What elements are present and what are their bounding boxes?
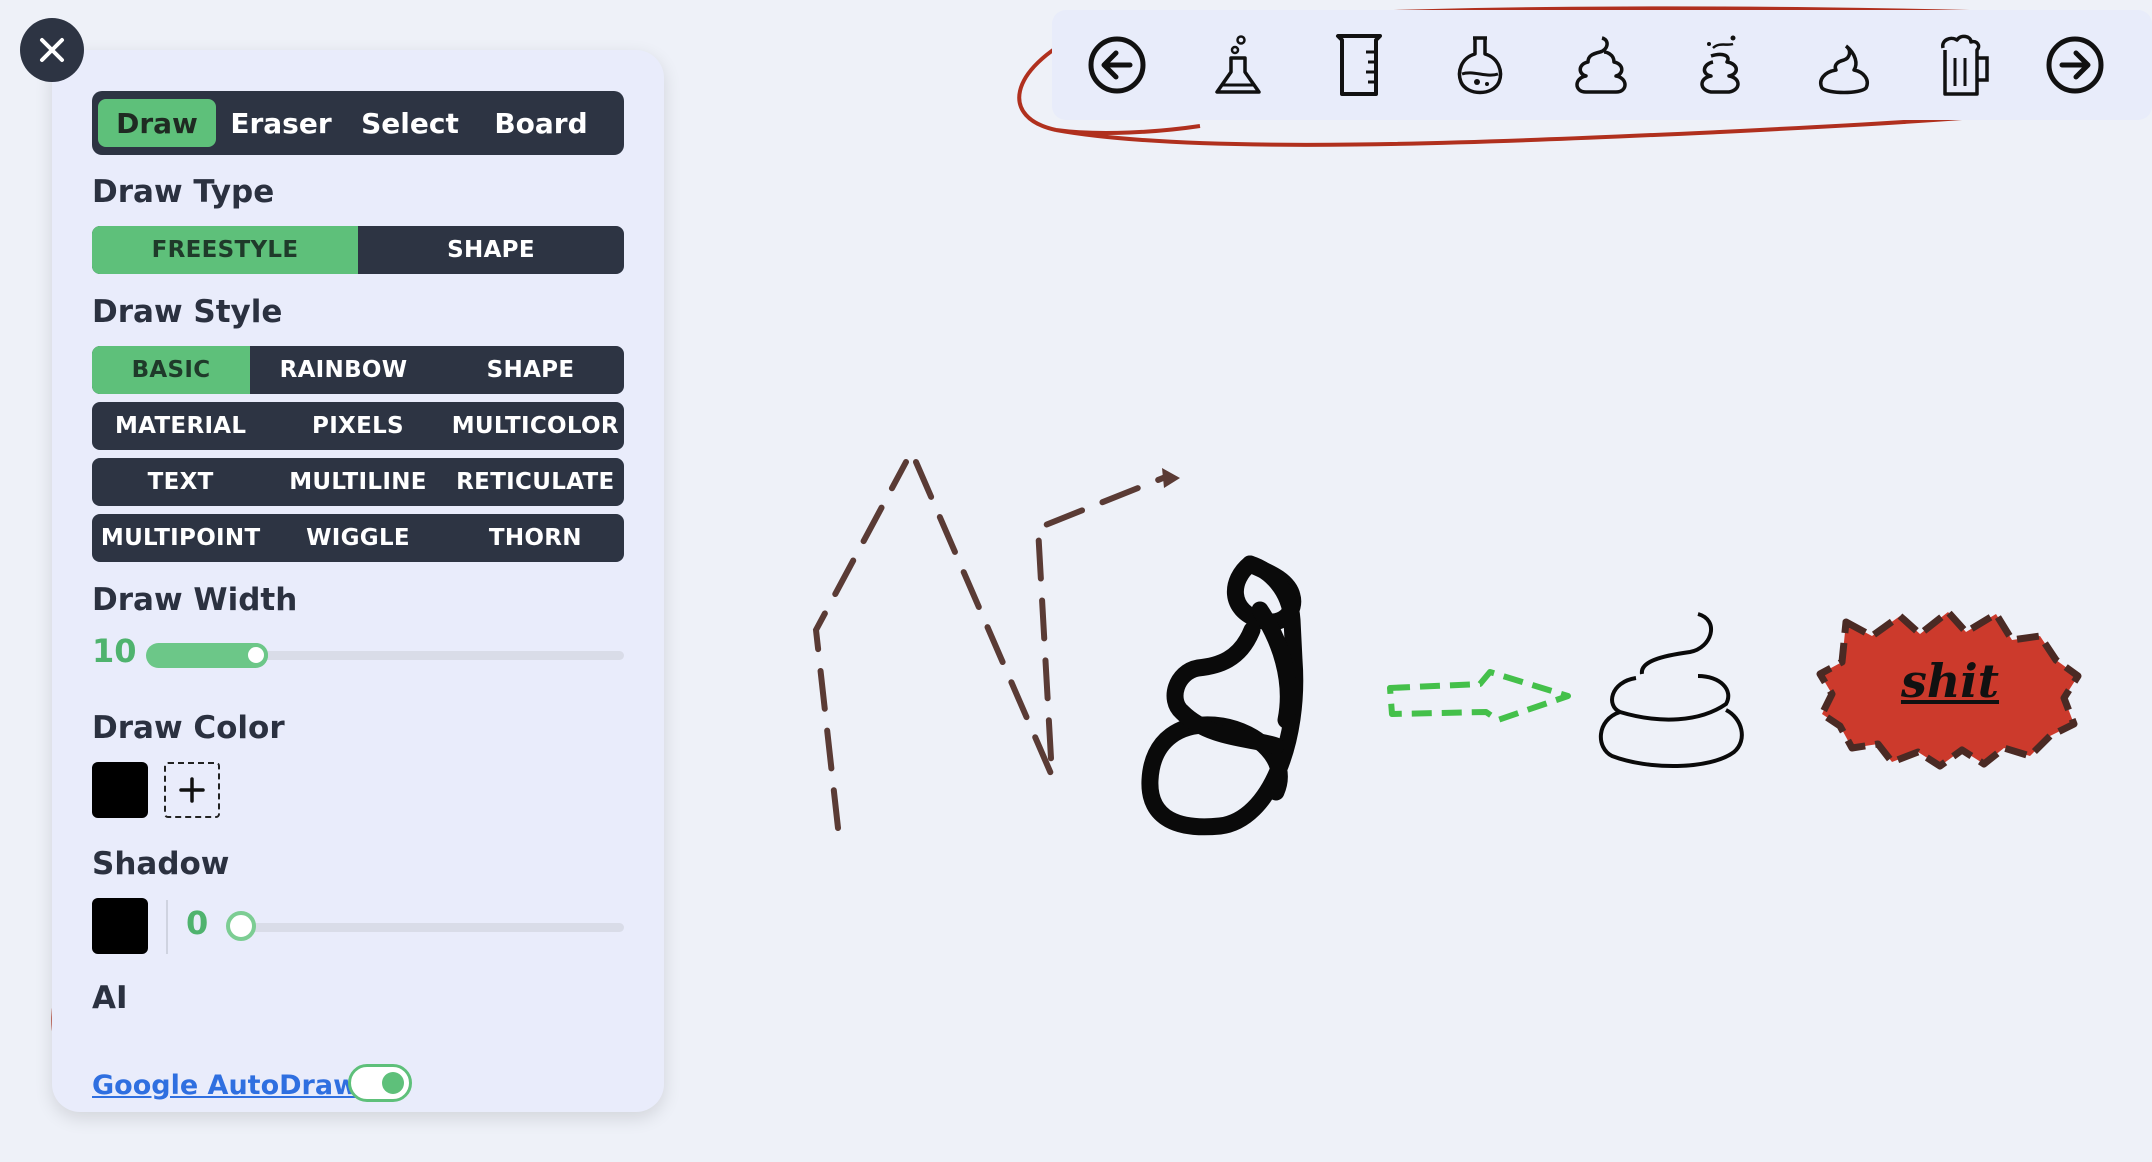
draw-style-row-4: MULTIPOINT WIGGLE THORN: [92, 514, 624, 562]
style-shape[interactable]: SHAPE: [437, 346, 624, 394]
draw-color-swatch[interactable]: [92, 762, 148, 818]
toolbar-option-beer-mug[interactable]: [1931, 32, 1997, 98]
draw-style-row-3: TEXT MULTILINE RETICULATE: [92, 458, 624, 506]
draw-style-row-1: BASIC RAINBOW SHAPE: [92, 346, 624, 394]
draw-style-title: Draw Style: [92, 294, 283, 330]
close-icon: [40, 38, 64, 62]
toolbar-option-poop[interactable]: [1568, 32, 1634, 98]
toolbar-option-flask-bubbles[interactable]: [1205, 32, 1271, 98]
shadow-value: 0: [186, 904, 209, 942]
draw-color-title: Draw Color: [92, 710, 285, 746]
poop-flies-icon: [1700, 35, 1740, 94]
toolbar-prev-button[interactable]: [1084, 32, 1150, 98]
draw-width-value: 10: [92, 632, 137, 670]
style-multicolor[interactable]: MULTICOLOR: [447, 402, 624, 450]
style-material[interactable]: MATERIAL: [92, 402, 269, 450]
shadow-color-swatch[interactable]: [92, 898, 148, 954]
style-text[interactable]: TEXT: [92, 458, 269, 506]
draw-type-title: Draw Type: [92, 174, 275, 210]
autodraw-toggle[interactable]: [348, 1064, 412, 1102]
beer-mug-icon: [1941, 34, 1989, 96]
dashed-zigzag-stroke: [812, 459, 1171, 831]
toolbar-option-beaker[interactable]: [1326, 32, 1392, 98]
plus-icon: [179, 777, 205, 803]
add-color-button[interactable]: [164, 762, 220, 818]
style-multiline[interactable]: MULTILINE: [269, 458, 446, 506]
autodraw-toggle-knob: [382, 1072, 404, 1094]
ai-title: AI: [92, 980, 128, 1016]
google-autodraw-link[interactable]: Google AutoDraw: [92, 1070, 358, 1101]
poop-icon: [1575, 36, 1627, 94]
style-wiggle[interactable]: WIGGLE: [269, 514, 446, 562]
toolbar-next-button[interactable]: [2042, 32, 2108, 98]
poop-outline-drawing: [1598, 612, 1744, 768]
badge-label: shit: [1900, 654, 2000, 708]
freestyle-black-scribble: [1141, 555, 1304, 836]
toolbar-option-poop-flies[interactable]: [1689, 32, 1755, 98]
style-reticulate[interactable]: RETICULATE: [447, 458, 624, 506]
shadow-slider-thumb[interactable]: [226, 911, 256, 941]
tab-draw[interactable]: Draw: [98, 99, 216, 147]
flask-bubbles-icon: [1215, 35, 1261, 94]
style-multipoint[interactable]: MULTIPOINT: [92, 514, 269, 562]
toolbar-option-potion-flask[interactable]: [1447, 32, 1513, 98]
draw-width-title: Draw Width: [92, 582, 298, 618]
shadow-title: Shadow: [92, 846, 230, 882]
shadow-divider: [166, 900, 168, 954]
autodraw-suggestions-toolbar: [1052, 10, 2152, 120]
drawing-settings-panel: Draw Eraser Select Board Draw Type FREES…: [52, 50, 664, 1112]
tab-select[interactable]: Select: [346, 99, 474, 147]
close-button[interactable]: [20, 18, 84, 82]
potion-flask-icon: [1457, 36, 1503, 95]
cream-swirl-icon: [1819, 44, 1869, 95]
style-pixels[interactable]: PIXELS: [269, 402, 446, 450]
dashed-arrow-head: [1162, 468, 1180, 488]
toolbar-option-cream-swirl[interactable]: [1810, 32, 1876, 98]
draw-type-shape[interactable]: SHAPE: [358, 226, 624, 274]
shadow-slider[interactable]: [226, 911, 624, 941]
arrow-right-icon: [2046, 36, 2104, 94]
style-basic[interactable]: BASIC: [92, 346, 250, 394]
style-thorn[interactable]: THORN: [447, 514, 624, 562]
draw-width-slider-thumb[interactable]: [244, 643, 268, 667]
green-dashed-arrow: [1387, 669, 1571, 723]
tab-eraser[interactable]: Eraser: [216, 99, 346, 147]
beaker-icon: [1336, 34, 1382, 96]
draw-type-freestyle[interactable]: FREESTYLE: [92, 226, 358, 274]
mode-tabs: Draw Eraser Select Board: [92, 91, 624, 155]
draw-width-slider[interactable]: [146, 643, 624, 668]
tab-board[interactable]: Board: [474, 99, 608, 147]
arrow-left-icon: [1088, 36, 1146, 94]
draw-style-row-2: MATERIAL PIXELS MULTICOLOR: [92, 402, 624, 450]
draw-type-selector: FREESTYLE SHAPE: [92, 226, 624, 274]
style-rainbow[interactable]: RAINBOW: [250, 346, 437, 394]
